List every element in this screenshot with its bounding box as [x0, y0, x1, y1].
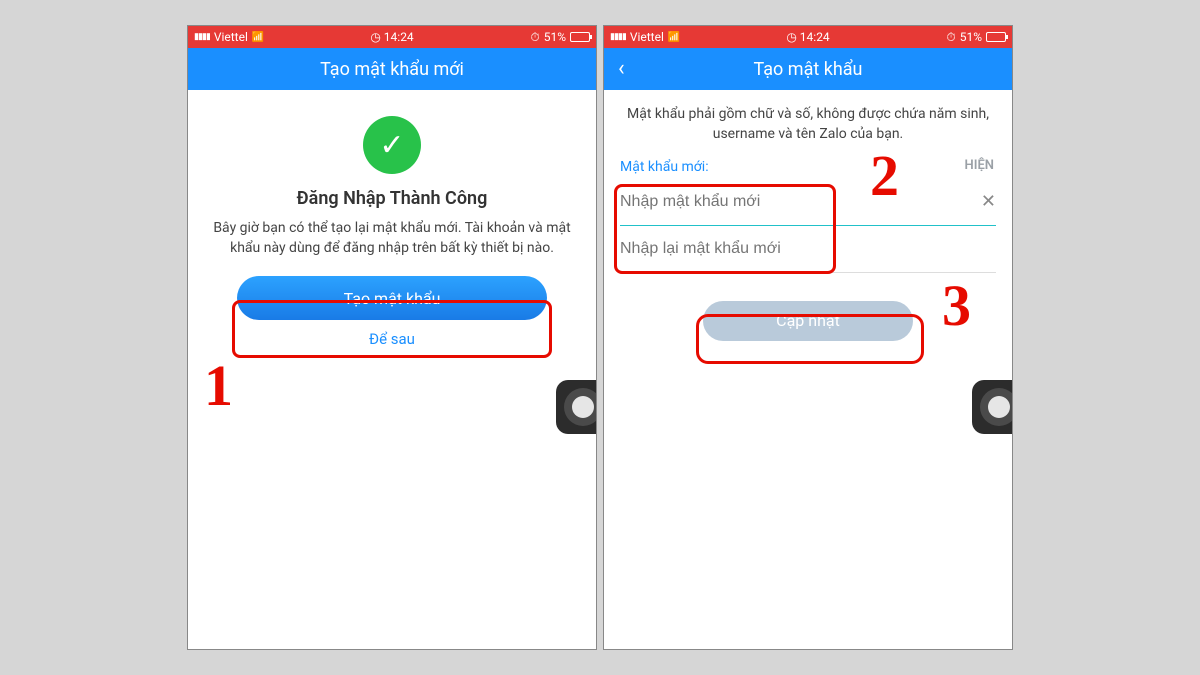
assistive-touch-button[interactable] — [972, 380, 1013, 434]
success-title: Đăng Nhập Thành Công — [206, 188, 578, 209]
time-label: 14:24 — [384, 30, 414, 44]
time-label: 14:24 — [800, 30, 830, 44]
section-label: Mật khẩu mới: — [604, 153, 725, 179]
update-button-label: Cập nhật — [776, 311, 840, 330]
annotation-number-1: 1 — [204, 352, 233, 419]
create-password-button[interactable]: Tạo mật khẩu — [237, 276, 547, 320]
alarm-icon: ⏱ — [530, 30, 539, 45]
header-title: Tạo mật khẩu — [754, 59, 863, 80]
carrier-label: Viettel — [630, 30, 664, 44]
carrier-label: Viettel — [214, 30, 248, 44]
status-bar: ▮▮▮▮ Viettel 📶 ◷ 14:24 ⏱ 51% — [188, 26, 596, 48]
confirm-password-input[interactable] — [620, 234, 996, 264]
show-password-toggle[interactable]: HIỆN — [965, 158, 994, 173]
phone-screen-2: ▮▮▮▮ Viettel 📶 ◷ 14:24 ⏱ 51% ‹ Tạo mật k… — [603, 25, 1013, 650]
wifi-icon: 📶 — [252, 32, 264, 43]
assistive-touch-button[interactable] — [556, 380, 597, 434]
header-title: Tạo mật khẩu mới — [320, 59, 464, 80]
wifi-icon: 📶 — [668, 32, 680, 43]
password-hint: Mật khẩu phải gồm chữ và số, không được … — [604, 90, 1012, 153]
create-password-label: Tạo mật khẩu — [344, 289, 441, 308]
app-header: ‹ Tạo mật khẩu — [604, 48, 1012, 90]
signal-icon: ▮▮▮▮ — [610, 32, 626, 42]
later-link[interactable]: Để sau — [206, 330, 578, 348]
clock-icon: ◷ — [370, 30, 380, 44]
battery-pct: 51% — [960, 30, 982, 44]
clear-input-icon[interactable]: ✕ — [973, 191, 996, 212]
battery-pct: 51% — [544, 30, 566, 44]
clock-icon: ◷ — [786, 30, 796, 44]
success-description: Bây giờ bạn có thể tạo lại mật khẩu mới.… — [206, 219, 578, 258]
success-check-icon: ✓ — [363, 116, 421, 174]
new-password-input[interactable] — [620, 187, 973, 217]
alarm-icon: ⏱ — [946, 30, 955, 45]
update-button[interactable]: Cập nhật — [703, 301, 913, 341]
signal-icon: ▮▮▮▮ — [194, 32, 210, 42]
annotation-number-3: 3 — [942, 272, 971, 339]
app-header: Tạo mật khẩu mới — [188, 48, 596, 90]
back-button[interactable]: ‹ — [618, 58, 625, 80]
input-divider — [620, 272, 996, 273]
battery-icon — [570, 32, 590, 42]
phone-screen-1: ▮▮▮▮ Viettel 📶 ◷ 14:24 ⏱ 51% Tạo mật khẩ… — [187, 25, 597, 650]
status-bar: ▮▮▮▮ Viettel 📶 ◷ 14:24 ⏱ 51% — [604, 26, 1012, 48]
battery-icon — [986, 32, 1006, 42]
